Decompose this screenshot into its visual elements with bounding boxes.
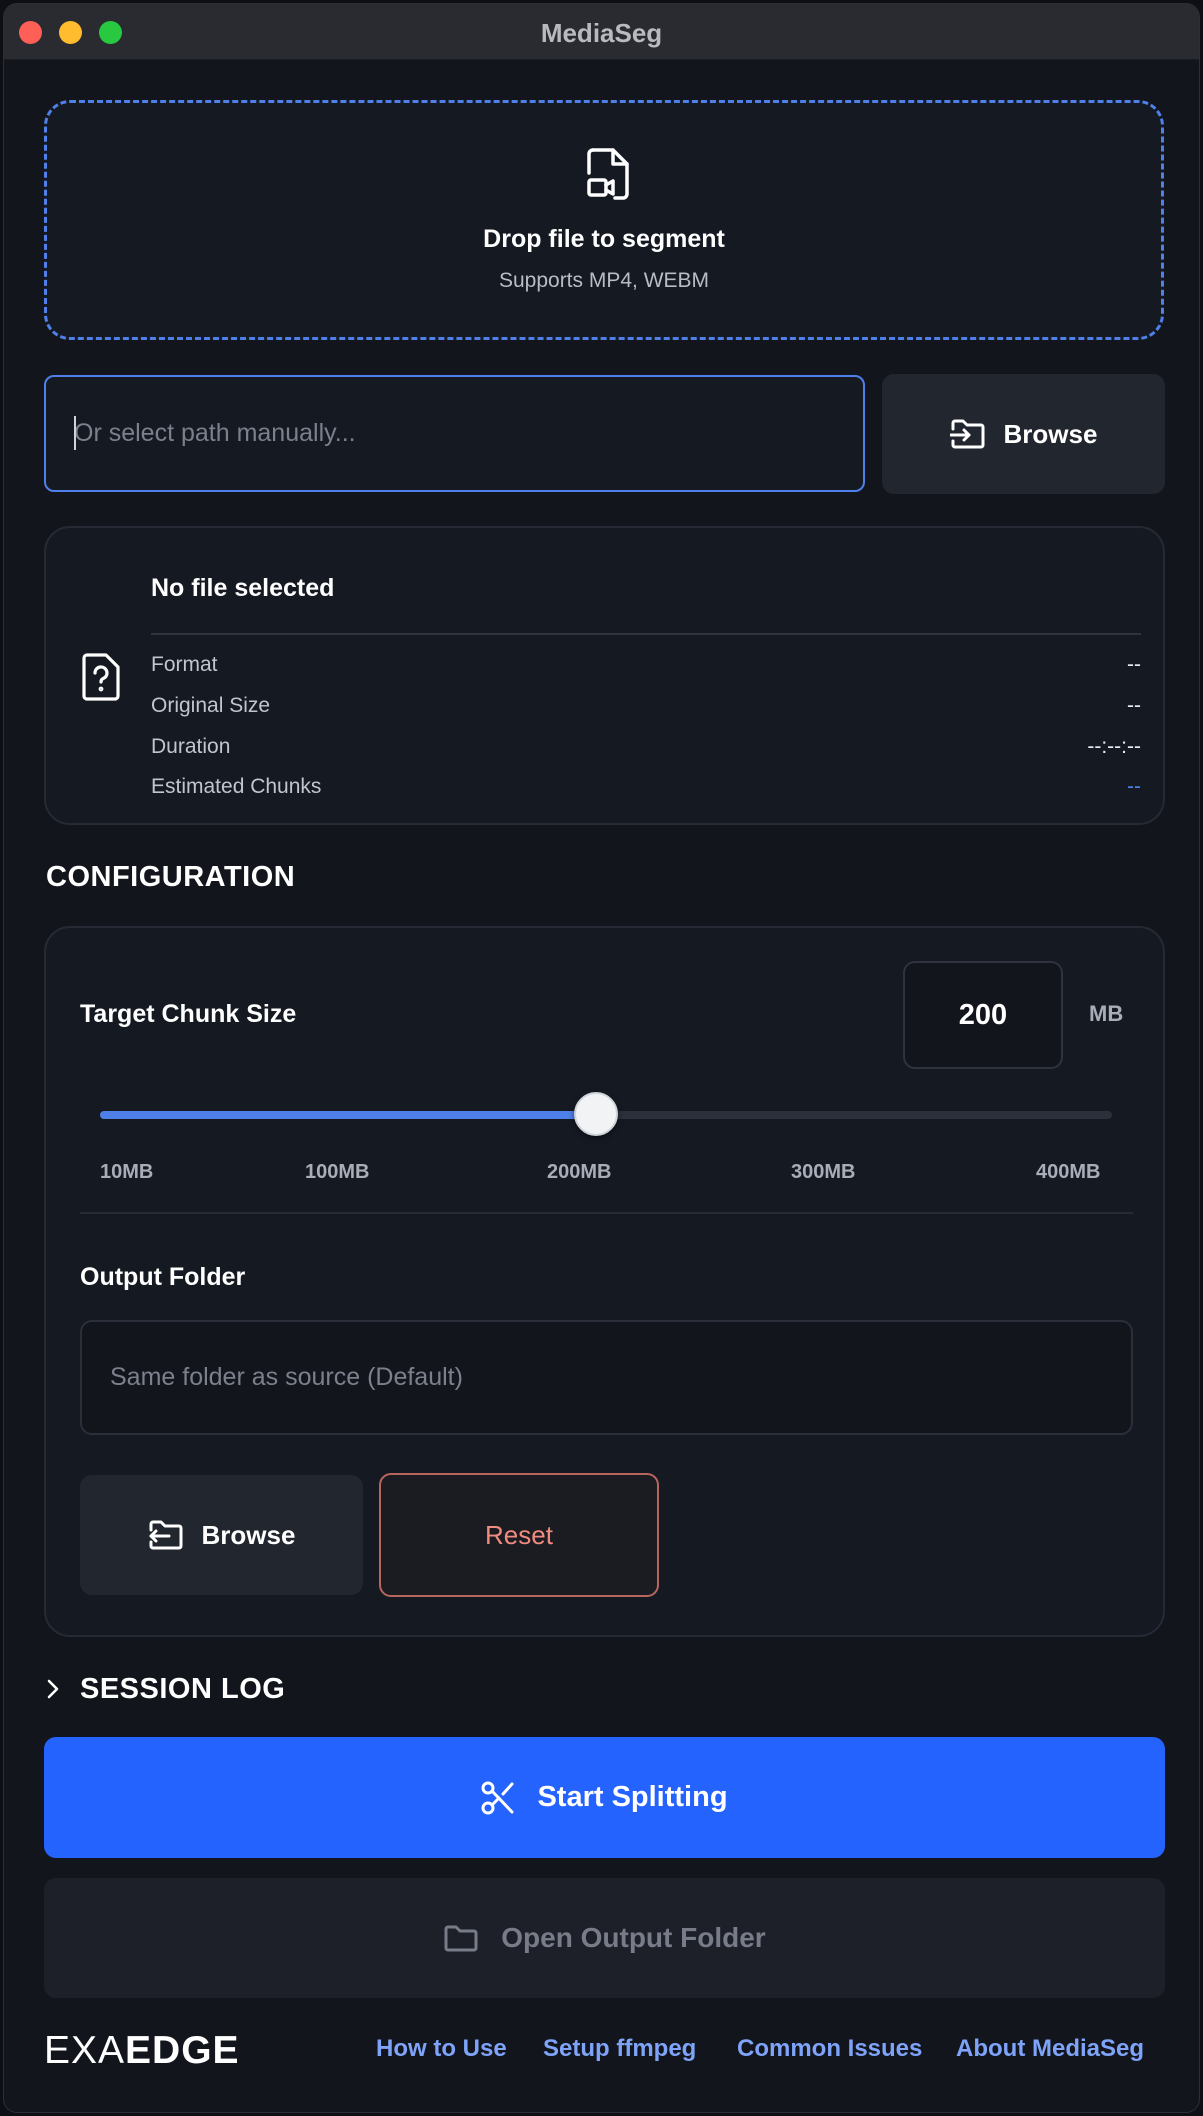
output-folder-input[interactable] xyxy=(80,1320,1133,1435)
reset-output-button[interactable]: Reset xyxy=(379,1473,659,1597)
brand-bold-text: EDGE xyxy=(125,2029,240,2072)
folder-export-icon xyxy=(149,1520,183,1550)
output-folder-label: Output Folder xyxy=(80,1263,246,1291)
file-info-card: No file selected Format -- Original Size… xyxy=(44,526,1165,825)
config-divider xyxy=(80,1212,1133,1214)
start-splitting-button[interactable]: Start Splitting xyxy=(44,1737,1165,1858)
dropzone-subtitle: Supports MP4, WEBM xyxy=(498,269,710,292)
link-how-to-use[interactable]: How to Use xyxy=(376,2035,507,2063)
file-info-title: No file selected xyxy=(151,574,335,602)
exaedge-logo: EXA EDGE xyxy=(44,2029,240,2072)
browse-file-button[interactable]: Browse xyxy=(882,374,1165,494)
file-video-icon xyxy=(587,148,629,200)
dropzone-title: Drop file to segment xyxy=(483,225,725,253)
link-setup-ffmpeg[interactable]: Setup ffmpeg xyxy=(543,2035,696,2063)
slider-tick: 400MB xyxy=(1036,1161,1101,1183)
slider-tick: 100MB xyxy=(305,1161,370,1183)
app-window: MediaSeg Drop file to segment Supports M… xyxy=(3,3,1200,2113)
info-value: -- xyxy=(1127,653,1141,676)
slider-thumb[interactable] xyxy=(573,1092,618,1136)
open-output-folder-button[interactable]: Open Output Folder xyxy=(44,1878,1165,1998)
slider-tick: 10MB xyxy=(100,1161,154,1183)
title-bar: MediaSeg xyxy=(4,4,1199,60)
open-output-folder-label: Open Output Folder xyxy=(501,1922,766,1953)
file-question-icon xyxy=(82,653,120,701)
info-label: Original Size xyxy=(151,694,271,717)
browse-output-label: Browse xyxy=(201,1519,296,1550)
chunk-size-input[interactable]: 200 xyxy=(903,961,1063,1069)
link-common-issues[interactable]: Common Issues xyxy=(737,2035,922,2063)
brand-light-text: EXA xyxy=(44,2029,126,2072)
configuration-heading: CONFIGURATION xyxy=(46,861,296,893)
info-value: --:--:-- xyxy=(1087,735,1141,758)
session-log-toggle[interactable]: SESSION LOG xyxy=(46,1669,285,1709)
start-splitting-label: Start Splitting xyxy=(537,1781,728,1813)
info-row-duration: Duration --:--:-- xyxy=(151,735,1141,765)
path-input[interactable] xyxy=(44,375,865,492)
info-row-original-size: Original Size -- xyxy=(151,694,1141,724)
browse-file-label: Browse xyxy=(1003,418,1098,449)
session-log-label: SESSION LOG xyxy=(80,1672,286,1705)
chevron-right-icon xyxy=(47,1679,59,1699)
info-label: Format xyxy=(151,653,218,676)
chunk-size-label: Target Chunk Size xyxy=(80,1000,297,1028)
slider-tick: 200MB xyxy=(547,1161,612,1183)
scissors-icon xyxy=(481,1781,514,1814)
configuration-card: Target Chunk Size 200 MB 10MB 100MB 200M… xyxy=(44,926,1165,1637)
file-dropzone[interactable]: Drop file to segment Supports MP4, WEBM xyxy=(44,100,1164,340)
link-about-mediaseg[interactable]: About MediaSeg xyxy=(956,2035,1144,2063)
chunk-size-unit: MB xyxy=(1089,1001,1124,1026)
info-row-estimated-chunks: Estimated Chunks -- xyxy=(151,775,1141,805)
info-value: -- xyxy=(1127,694,1141,717)
folder-icon xyxy=(444,1925,478,1952)
slider-tick: 300MB xyxy=(791,1161,856,1183)
file-import-icon xyxy=(949,419,985,449)
info-label: Estimated Chunks xyxy=(151,775,322,798)
info-label: Duration xyxy=(151,735,231,758)
slider-fill xyxy=(100,1111,596,1119)
text-caret xyxy=(74,416,76,450)
file-info-divider xyxy=(151,633,1141,635)
browse-output-button[interactable]: Browse xyxy=(80,1475,363,1595)
info-row-format: Format -- xyxy=(151,653,1141,683)
window-title: MediaSeg xyxy=(540,18,663,48)
info-value: -- xyxy=(1127,775,1141,798)
